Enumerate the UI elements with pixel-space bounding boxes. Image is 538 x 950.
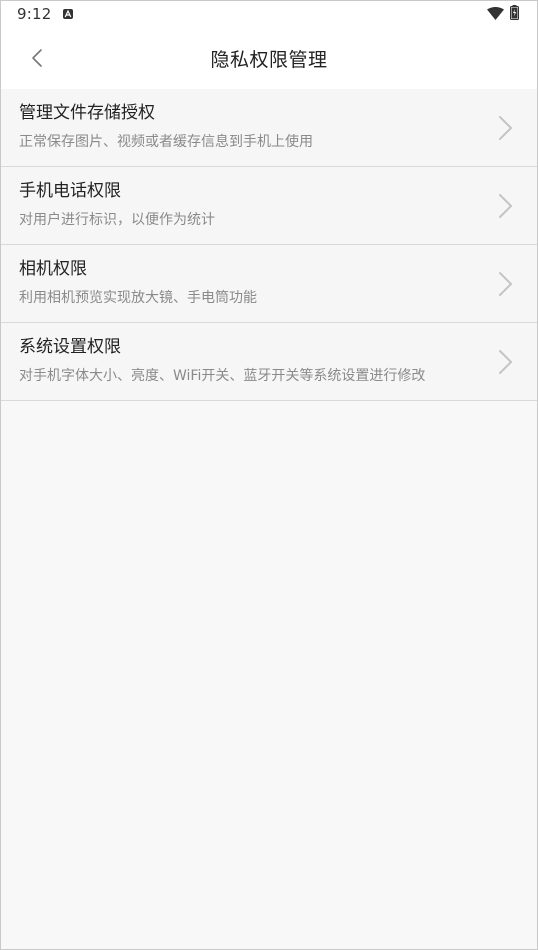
app-screen: 9:12 隐私权限管理 管理文件存储授权 正常保存图片、视频或者缓存信息到手机上… xyxy=(0,0,538,950)
chevron-right-icon xyxy=(499,115,512,140)
permission-item-storage[interactable]: 管理文件存储授权 正常保存图片、视频或者缓存信息到手机上使用 xyxy=(1,89,537,167)
battery-charging-icon xyxy=(510,4,519,24)
page-title: 隐私权限管理 xyxy=(210,48,328,71)
wifi-icon xyxy=(487,5,504,24)
status-time: 9:12 xyxy=(17,5,52,23)
permission-item-title: 系统设置权限 xyxy=(19,337,121,357)
chevron-right-icon xyxy=(499,193,512,218)
status-bar: 9:12 xyxy=(1,1,537,27)
top-app-bar: 隐私权限管理 xyxy=(1,27,537,89)
chevron-left-icon xyxy=(32,49,42,67)
permission-item-description: 利用相机预览实现放大镜、手电筒功能 xyxy=(19,290,257,306)
permission-item-description: 对用户进行标识，以便作为统计 xyxy=(19,212,215,228)
permission-item-title: 管理文件存储授权 xyxy=(19,103,155,123)
back-button[interactable] xyxy=(23,44,51,72)
permission-item-system-settings[interactable]: 系统设置权限 对手机字体大小、亮度、WiFi开关、蓝牙开关等系统设置进行修改 xyxy=(1,323,537,401)
chevron-right-icon xyxy=(499,271,512,296)
permission-item-camera[interactable]: 相机权限 利用相机预览实现放大镜、手电筒功能 xyxy=(1,245,537,323)
chevron-right-icon xyxy=(499,349,512,374)
status-right xyxy=(487,4,519,24)
permission-item-description: 正常保存图片、视频或者缓存信息到手机上使用 xyxy=(19,134,313,150)
permission-item-description: 对手机字体大小、亮度、WiFi开关、蓝牙开关等系统设置进行修改 xyxy=(19,368,426,384)
permission-item-title: 手机电话权限 xyxy=(19,181,121,201)
permission-item-phone[interactable]: 手机电话权限 对用户进行标识，以便作为统计 xyxy=(1,167,537,245)
permission-item-title: 相机权限 xyxy=(19,259,87,279)
status-left: 9:12 xyxy=(17,5,74,23)
permission-list: 管理文件存储授权 正常保存图片、视频或者缓存信息到手机上使用 手机电话权限 对用… xyxy=(1,89,537,401)
notification-a-icon xyxy=(63,9,74,19)
